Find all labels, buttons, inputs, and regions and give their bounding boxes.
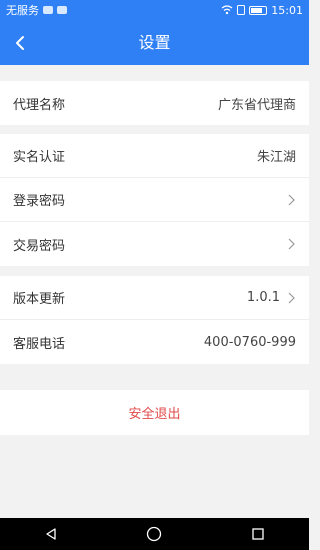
title-bar: 设置: [0, 20, 309, 65]
wifi-icon: [221, 5, 233, 15]
realname-label: 实名认证: [13, 150, 66, 165]
chevron-right-icon: [288, 194, 295, 205]
app-notification-icon: [43, 6, 53, 14]
login-password-row[interactable]: 登录密码: [0, 178, 309, 222]
service-phone-label: 客服电话: [13, 336, 66, 352]
carrier-text: 无服务: [6, 4, 39, 17]
system-nav-bar: [0, 518, 309, 550]
trade-password-row[interactable]: 交易密码: [0, 222, 309, 266]
image-notification-icon: [57, 6, 67, 14]
version-value: 1.0.1: [246, 290, 280, 305]
version-update-row[interactable]: 版本更新 1.0.1: [0, 276, 309, 320]
sim-icon: [237, 5, 246, 15]
chevron-right-icon: [288, 238, 295, 250]
service-phone-row[interactable]: 客服电话 400-0760-999: [0, 320, 309, 364]
realname-row[interactable]: 实名认证 朱江湖: [0, 134, 309, 178]
trade-password-label: 交易密码: [13, 238, 66, 254]
status-bar: 无服务 15:01: [0, 0, 309, 20]
page-title: 设置: [138, 33, 171, 52]
time-text: 15:01: [271, 3, 303, 17]
agent-name-label: 代理名称: [13, 97, 66, 113]
version-update-label: 版本更新: [13, 292, 66, 307]
home-circle-icon[interactable]: [146, 526, 162, 542]
login-password-label: 登录密码: [13, 194, 66, 209]
agent-name-value: 广东省代理商: [217, 97, 296, 113]
logout-button[interactable]: 安全退出: [0, 390, 309, 435]
realname-value: 朱江湖: [256, 150, 296, 165]
agent-group: 代理名称 广东省代理商: [0, 81, 309, 125]
about-group: 版本更新 1.0.1 客服电话 400-0760-999: [0, 276, 309, 364]
recents-square-icon[interactable]: [251, 527, 265, 541]
battery-icon: [249, 5, 268, 15]
back-triangle-icon[interactable]: [44, 527, 58, 541]
service-phone-value: 400-0760-999: [203, 334, 296, 350]
chevron-right-icon: [288, 292, 295, 303]
account-group: 实名认证 朱江湖 登录密码 交易密码: [0, 134, 309, 266]
agent-name-row: 代理名称 广东省代理商: [0, 81, 309, 125]
